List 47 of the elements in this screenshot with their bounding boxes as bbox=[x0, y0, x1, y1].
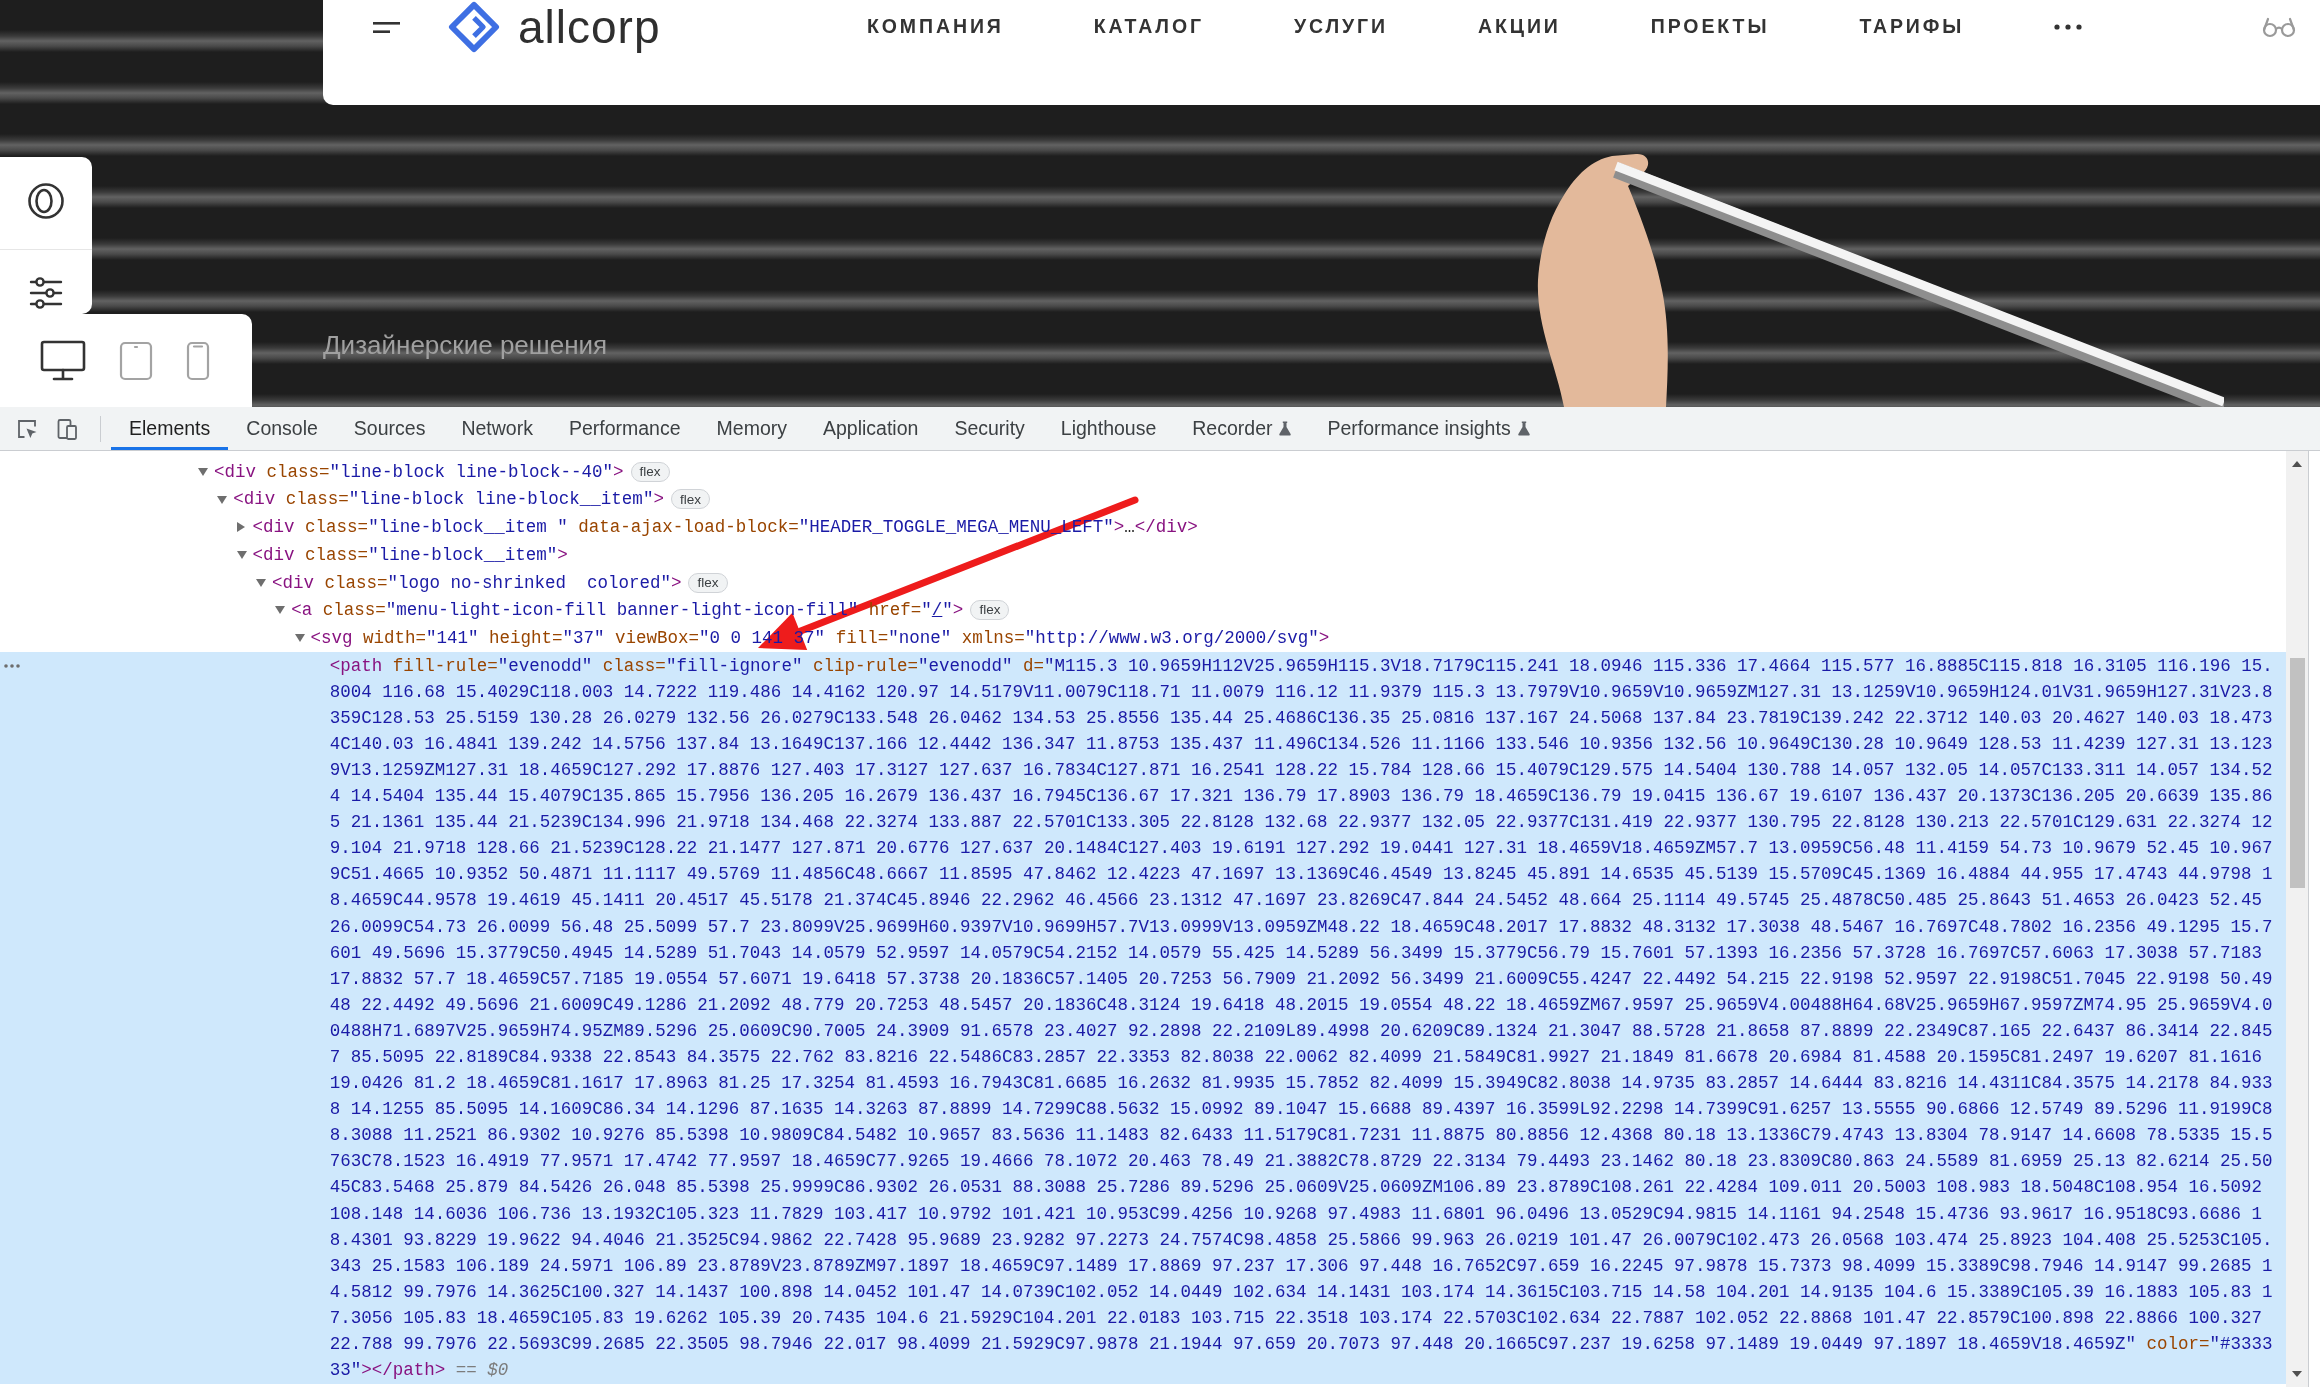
cursor-square-icon[interactable] bbox=[16, 417, 38, 440]
nav-link[interactable]: УСЛУГИ bbox=[1293, 12, 1388, 42]
scrollbar-thumb[interactable] bbox=[2289, 658, 2305, 888]
dom-tree-row[interactable]: <div class="logo no-shrinked colored"> flex bbox=[0, 568, 2286, 597]
triangle-down-icon[interactable] bbox=[217, 495, 228, 504]
devtools-tab[interactable]: Recorder bbox=[1174, 407, 1310, 450]
triangle-up-icon[interactable] bbox=[2292, 461, 2302, 467]
triangle-down-icon[interactable] bbox=[236, 550, 247, 559]
devtools-tab[interactable]: Sources bbox=[335, 407, 444, 450]
scrollbar-track[interactable] bbox=[2286, 451, 2308, 1387]
devtools-tab[interactable]: Application bbox=[805, 407, 937, 450]
dom-tree-row[interactable]: <div class="line-block line-block--40"> flex bbox=[0, 458, 2286, 486]
glasses-icon[interactable] bbox=[2262, 16, 2296, 38]
layout-badge[interactable]: flex bbox=[970, 600, 1010, 621]
more-icon[interactable] bbox=[2054, 24, 2083, 30]
hero-subtitle: Дизайнерские решения bbox=[323, 330, 608, 360]
devtools-tab[interactable]: Lighthouse bbox=[1042, 407, 1175, 450]
devtools-tab[interactable]: Network bbox=[443, 407, 551, 450]
triangle-right-icon[interactable] bbox=[236, 522, 245, 533]
dom-tree-row[interactable]: <div class="line-block__item"> bbox=[0, 541, 2286, 569]
nav-link[interactable]: АКЦИИ bbox=[1478, 12, 1561, 42]
devtools-tab[interactable]: Performance insights bbox=[1309, 407, 1548, 450]
layout-badge[interactable]: flex bbox=[670, 489, 710, 510]
nav-link[interactable]: ПРОЕКТЫ bbox=[1650, 12, 1770, 42]
nav-link[interactable]: КОМПАНИЯ bbox=[867, 12, 1004, 42]
triangle-down-icon[interactable] bbox=[2292, 1371, 2302, 1377]
devtools-tab[interactable]: Security bbox=[936, 407, 1043, 450]
monitor-icon[interactable] bbox=[40, 339, 86, 382]
triangle-down-icon[interactable] bbox=[275, 606, 286, 615]
triangle-down-icon[interactable] bbox=[198, 467, 208, 476]
logo-icon[interactable] bbox=[448, 1, 500, 53]
devtools-tab[interactable]: Console bbox=[228, 407, 336, 450]
devtools-tab[interactable]: Performance bbox=[550, 407, 699, 450]
devices-icon[interactable] bbox=[56, 417, 78, 440]
nav-link[interactable]: ТАРИФЫ bbox=[1859, 12, 1965, 42]
ellipsis-icon[interactable] bbox=[4, 663, 20, 668]
devtools-tab[interactable]: Memory bbox=[698, 407, 805, 450]
menu-icon[interactable] bbox=[373, 21, 400, 33]
dom-tree-row[interactable]: <div class="line-block line-block__item"> flex bbox=[0, 485, 2286, 514]
triangle-down-icon[interactable] bbox=[294, 633, 305, 642]
nav-link[interactable]: КАТАЛОГ bbox=[1093, 12, 1204, 42]
dom-tree-row[interactable]: <path fill-rule="evenodd" class="fill-ignore" clip-rule="evenodd" d="M115.3 10.9659H112V25.9659H115.3V18.7179C115.241 18.0946 115.336 17.4664 115.577 16.8885C115.818 16.3105 116.196 15.8004 116.68 15.4029C118.003 14.7222 119.486 14.4162 120.97 14.5179V11.0079C118.71 11.0079 116.12 11.9379 115.3 13.7979V10.9659V10.9659ZM127.31 13.1259V10.9659H124.01V31.9659H127.31V23.8359C128.53 25.5159 130.28 26.0279 132.56 26.0279C133.548 26.0462 134.53 25.8556 135.44 25.4686C136.35 25.0816 137.167 24.5068 137.84 23.7819C139.242 22.3712 140.03 20.4627 140.03 18.4734C140.03 16.4841 139.242 14.5756 137.84 13.1649C137.166 12.4442 136.347 11.8753 135.437 11.496C134.526 11.1166 133.546 10.9356 132.56 10.9649C130.28 10.9649 128.53 11.4239 127.31 13.1239V13.1259ZM127.31 18.4659C127.292 17.8876 127.403 17.3127 127.637 16.7834C127.871 16.2541 128.22 15.784 128.66 15.4079C129.575 14.5404 130.788 14.057 132.05 14.057C133.311 14.057 134.524 14.5404 135.44 15.4079C135.865 15.7956 136.205 16.2679 136.437 16.7945C136.67 17.321 136.79 17.8903 136.79 18.4659C136.79 19.0415 136.67 19.6107 136.437 20.1373C136.205 20.6639 135.865 21.1361 135.44 21.5239C134.996 21.9718 134.468 22.3274 133.887 22.5701C133.305 22.8128 132.68 22.9377 132.05 22.9377C131.419 22.9377 130.795 22.8128 130.213 22.5701C129.631 22.3274 129.104 21.9718 128.66 21.5239C128.22 21.1477 127.871 20.6776 127.637 20.1484C127.403 19.6191 127.292 19.0441 127.31 18.4659V18.4659ZM57.7 13.0959C56.48 11.4159 54.73 10.9679 52.45 10.9679C51.4665 10.9352 50.4871 11.1117 49.5769 11.4856C48.6667 11.8595 47.8462 12.4223 47.1697 13.1369C46.4549 13.8245 45.891 14.6535 45.5139 15.5709C45.1369 16.4884 44.955 17.4743 44.9798 18.4659C44.9578 19.4619 45.1411 20.4517 45.5178 21.374C45.8946 22.2962 46.4566 23.1312 47.1697 23.8269C47.844 24.5452 48.664 25.1114 49.5745 25.4878C50.485 25.8643 51.4653 26.0423 52.45 26.0099C54.73 26.0099 56.48 25.5099 57.7 23.8099V25.9699H60.9397V10.9699H57.7V13.0999V13.0959ZM48.22 18.4659C48.2017 17.8832 48.3132 17.3038 48.5467 16.7697C48.7802 16.2356 49.1295 15.7601 49.5696 15.3779C50.4945 14.5289 51.7043 14.0579 52.9597 14.0579C54.2152 14.0579 55.425 14.5289 56.3499 15.3779C56.79 15.7601 57.1393 16.2356 57.3728 16.7697C57.6063 17.3038 57.7183 17.8832 57.7 18.4659C57.7185 19.0554 57.6071 19.6418 57.3738 20.1836C57.1405 20.7253 56.7909 21.2092 56.3499 21.6009C55.4247 22.4492 54.215 22.9198 52.9597 22.9198C51.7045 22.9198 50.4948 22.4492 49.5696 21.6009C49.1286 21.2092 48.779 20.7253 48.5457 20.1836C48.3124 19.6418 48.2015 19.0554 48.22 18.4659ZM67.9597 25.9659V4.00488H64.68V25.9659H67.9597ZM74.95 25.9659V4.00488H71.6897V25.9659H74.95ZM89.5296 25.0609C90.7005 24.3909 91.6578 23.4027 92.2898 22.2109L89.4998 20.6209C89.1324 21.3047 88.5728 21.8658 87.8899 22.2349C87.165 22.6437 86.3414 22.8457 85.5095 22.8189C84.9338 22.8543 84.3575 22.762 83.8216 22.5486C83.2857 22.3353 82.8038 22.0062 82.4099 21.5849C81.9927 21.1849 81.6678 20.6984 81.4588 20.1595C81.2497 19.6207 81.1616 19.0426 81.2 18.4659C81.1617 17.8963 81.25 17.3254 81.4593 16.7943C81.6685 16.2632 81.9935 15.7852 82.4099 15.3949C82.8038 14.9735 83.2857 14.6444 83.8216 14.4311C84.3575 14.2178 84.9338 14.1255 85.5095 14.1609C86.34 14.1296 87.1635 14.3263 87.8899 14.7299C88.5632 15.0992 89.1047 15.6688 89.4397 16.3599L92.2298 14.7399C91.6257 13.5555 90.6866 12.5749 89.5296 11.9199C88.3088 11.2521 86.9302 10.9276 85.5398 10.9809C84.5482 10.9657 83.5636 11.1483 82.6433 11.5179C81.7231 11.8875 80.8856 12.4368 80.18 13.1336C79.4743 13.8304 78.9147 14.6608 78.5335 15.5763C78.1523 16.4919 77.9571 17.4742 77.9597 18.4659C77.9265 19.4666 78.1072 20.463 78.49 21.3882C78.8729 22.3134 79.4493 23.1462 80.18 23.8309C80.863 24.5589 81.6959 25.13 82.6214 25.5045C83.5468 25.879 84.5426 26.048 85.5398 25.9999C86.9302 26.0531 88.3088 25.7286 89.5296 25.0609V25.0609ZM106.89 23.8789C108.261 22.4284 109.011 20.5003 108.983 18.5048C108.954 16.5092 108.148 14.6036 106.736 13.1932C105.323 11.7829 103.417 10.9792 101.421 10.953C99.4256 10.9268 97.4983 11.6801 96.0496 13.0529C94.9815 14.1161 94.2548 15.4736 93.9617 16.9518C93.6686 18.4301 93.8229 19.9622 94.4046 21.3525C94.9862 22.7428 95.9689 23.9282 97.2273 24.7574C98.4858 25.5866 99.963 26.0219 101.47 26.0079C102.473 26.0568 103.474 25.8923 104.408 25.5253C105.343 25.1583 106.189 24.5971 106.89 23.8789V23.8789ZM97.1897 18.4659C97.1489 17.8869 97.237 17.306 97.448 16.7652C97.659 16.2245 97.9878 15.7373 98.4099 15.3389C98.7946 14.9147 99.2685 14.5812 99.7976 14.3625C100.327 14.1437 100.898 14.0452 101.47 14.0739C102.052 14.0449 102.634 14.1431 103.174 14.3615C103.715 14.58 104.201 14.9135 104.6 15.3389C105.39 16.1883 105.83 17.3056 105.83 18.4659C105.83 19.6262 105.39 20.7435 104.6 21.5929C104.201 22.0183 103.715 22.3518 103.174 22.5703C102.634 22.7887 102.052 22.8868 101.47 22.8579C100.898 22.8866 100.327 22.788 99.7976 22.5693C99.2685 22.3505 98.7946 22.017 98.4099 21.5929C97.9878 21.1944 97.659 20.7073 97.448 20.1665C97.237 19.6258 97.1489 19.0449 97.1897 18.4659V18.4659Z" color="#333333"></path> == $0 bbox=[0, 651, 2286, 1385]
layout-badge[interactable]: flex bbox=[630, 461, 670, 482]
triangle-down-icon[interactable] bbox=[255, 578, 266, 587]
circle-with-oval-icon[interactable] bbox=[27, 182, 65, 220]
layout-badge[interactable]: flex bbox=[688, 572, 728, 593]
sliders-icon[interactable] bbox=[28, 276, 64, 310]
